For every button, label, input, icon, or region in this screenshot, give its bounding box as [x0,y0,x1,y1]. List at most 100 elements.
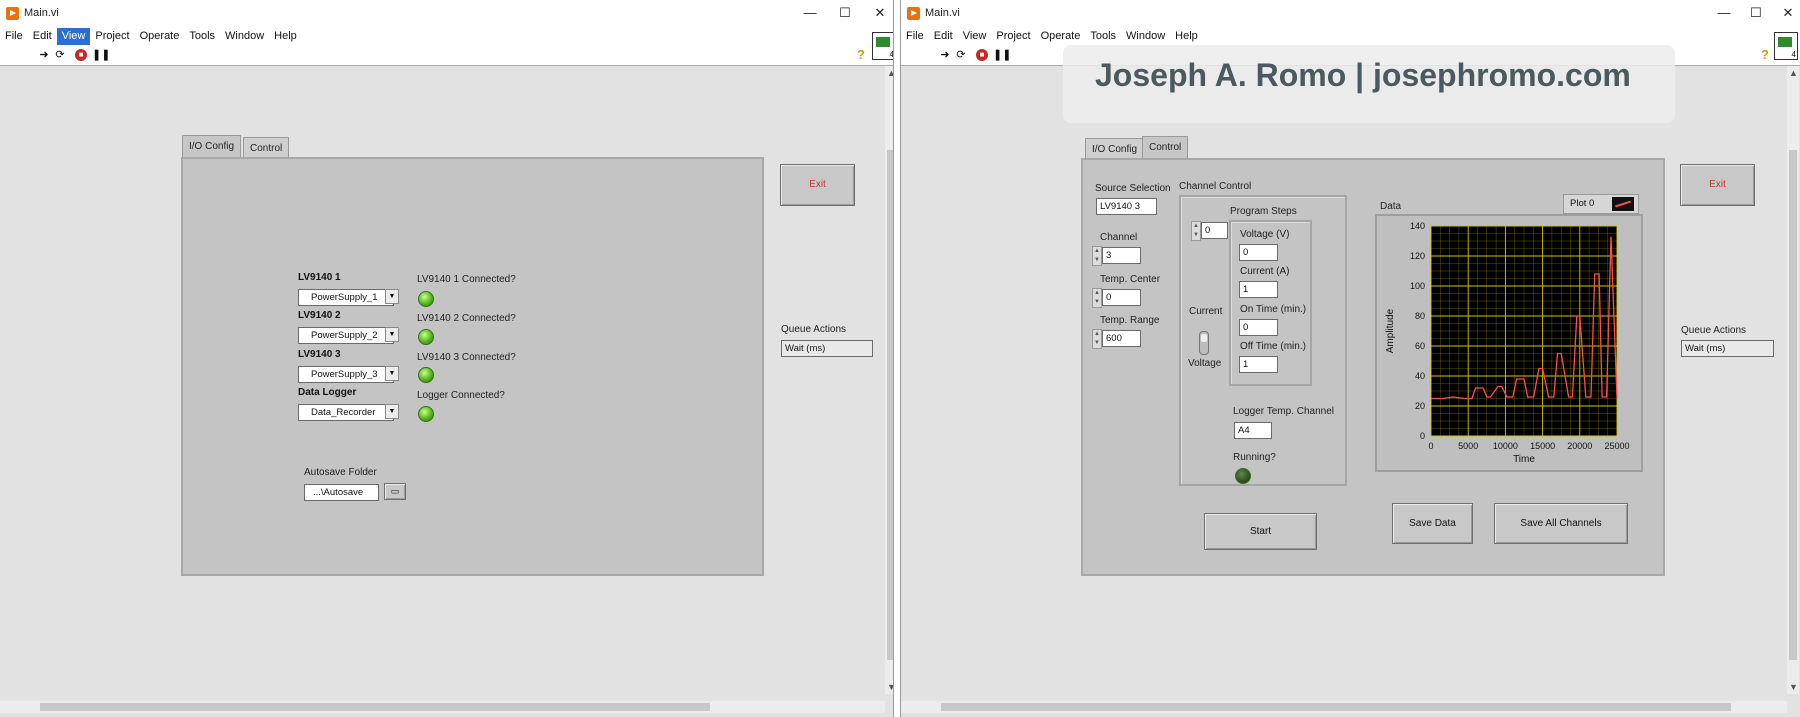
on-time-field[interactable]: 0 [1239,319,1278,336]
temp-center-label: Temp. Center [1100,274,1161,285]
pause-icon[interactable]: ❚❚ [993,49,1011,61]
tab-control[interactable]: Control [1142,136,1189,159]
scroll-thumb[interactable] [1789,150,1797,660]
vertical-scrollbar[interactable]: ▲ ▼ [885,66,893,694]
y-tick-label: 20 [1415,401,1425,411]
logger-temp-channel-field[interactable]: A4 [1234,422,1272,439]
maximize-button[interactable]: ☐ [830,3,860,23]
temp-range-label: Temp. Range [1100,315,1160,326]
pause-icon[interactable]: ❚❚ [92,49,110,61]
mode-current-label: Current [1189,306,1223,317]
scroll-thumb-h[interactable] [40,703,710,711]
close-button[interactable]: ✕ [865,3,893,23]
menu-view[interactable]: View [56,28,91,45]
current-label: Current (A) [1240,266,1290,277]
title-bar: Main.vi — ☐ ✕ [0,0,893,28]
horizontal-scrollbar[interactable] [0,701,885,713]
chevron-down-icon[interactable]: ▼ [385,327,399,342]
menu-window[interactable]: Window [1121,28,1170,45]
temp-range-spinner-icon[interactable]: ▲ ▼ [1092,329,1102,349]
menu-file[interactable]: File [0,28,28,45]
watermark-banner: Joseph A. Romo | josephromo.com [1063,45,1675,123]
scroll-thumb-h[interactable] [941,703,1731,711]
connected-label-3: LV9140 3 Connected? [417,352,516,363]
run-continuously-icon[interactable]: ⟳ [955,49,967,61]
device-select-1[interactable]: PowerSupply_1 [298,289,394,306]
source-selection-field[interactable]: LV9140 3 [1096,198,1157,215]
queue-actions-field[interactable]: Wait (ms) [1681,340,1774,357]
abort-icon[interactable]: ■ [75,49,87,61]
menu-project[interactable]: Project [90,28,134,45]
scroll-down-icon[interactable]: ▼ [887,682,893,692]
maximize-button[interactable]: ☐ [1741,3,1771,23]
menu-window[interactable]: Window [220,28,269,45]
y-tick-label: 60 [1415,341,1425,351]
vi-connector-icon [872,32,893,60]
temp-range-field[interactable]: 600 [1102,330,1141,347]
x-tick-label: 20000 [1567,441,1592,451]
channel-field[interactable]: 3 [1102,247,1141,264]
menu-tools[interactable]: Tools [184,28,220,45]
logger-connected-label: Logger Connected? [417,390,505,401]
queue-actions-field[interactable]: Wait (ms) [781,340,873,357]
menu-tools[interactable]: Tools [1085,28,1121,45]
help-icon[interactable]: ? [1759,48,1771,61]
menu-edit[interactable]: Edit [28,28,57,45]
vertical-scrollbar[interactable]: ▲ ▼ [1787,66,1799,694]
waveform-chart[interactable]: 0 5000 10000 15000 20000 25000 0 20 40 60 80 100 120… [1375,214,1643,472]
step-index-field[interactable]: 0 [1201,222,1228,239]
folder-browse-icon[interactable]: ▭ [384,483,406,500]
run-continuously-icon[interactable]: ⟳ [54,49,66,61]
menu-bar: File Edit View Project Operate Tools Window Hel… [901,28,1800,45]
channel-spinner-icon[interactable]: ▲ ▼ [1092,246,1102,266]
minimize-button[interactable]: — [795,3,825,23]
device-select-4[interactable]: Data_Recorder [298,404,394,421]
current-field[interactable]: 1 [1239,281,1278,298]
temp-center-field[interactable]: 0 [1102,289,1141,306]
run-arrow-icon[interactable]: ➜ [38,49,50,61]
connected-led-1 [418,291,434,307]
tab-io-config[interactable]: I/O Config [182,135,242,158]
minimize-button[interactable]: — [1709,3,1739,23]
help-icon[interactable]: ? [855,48,867,61]
voltage-label: Voltage (V) [1240,229,1290,240]
scroll-thumb[interactable] [887,150,893,660]
menu-operate[interactable]: Operate [135,28,185,45]
exit-button[interactable]: Exit [1680,164,1755,206]
on-time-label: On Time (min.) [1240,304,1307,315]
step-index-spinner-icon[interactable]: ▲ ▼ [1191,221,1201,241]
autosave-path-field[interactable]: ...\Autosave [304,484,379,501]
off-time-field[interactable]: 1 [1239,356,1278,373]
menu-edit[interactable]: Edit [929,28,958,45]
menu-project[interactable]: Project [991,28,1035,45]
device-select-3[interactable]: PowerSupply_3 [298,366,394,383]
plot-legend[interactable]: Plot 0 [1563,194,1639,214]
device-select-2[interactable]: PowerSupply_2 [298,327,394,344]
menu-help[interactable]: Help [269,28,302,45]
horizontal-scrollbar[interactable] [901,701,1787,713]
menu-operate[interactable]: Operate [1036,28,1086,45]
close-button[interactable]: ✕ [1773,3,1800,23]
exit-button[interactable]: Exit [780,164,855,206]
left-window: Main.vi — ☐ ✕ File Edit View Project Operate… [0,0,894,717]
save-data-button[interactable]: Save Data [1392,503,1473,544]
x-tick-label: 5000 [1458,441,1478,451]
off-time-label: Off Time (min.) [1240,341,1306,352]
menu-help[interactable]: Help [1170,28,1203,45]
temp-center-spinner-icon[interactable]: ▲ ▼ [1092,288,1102,308]
chevron-down-icon[interactable]: ▼ [385,289,399,304]
voltage-field[interactable]: 0 [1239,244,1278,261]
scroll-up-icon[interactable]: ▲ [1789,68,1798,78]
scroll-up-icon[interactable]: ▲ [887,68,893,78]
right-window: Main.vi — ☐ ✕ File Edit View Project Operate… [900,0,1800,717]
menu-view[interactable]: View [958,28,992,45]
mode-toggle-switch[interactable] [1199,331,1209,355]
start-button[interactable]: Start [1204,513,1317,550]
run-arrow-icon[interactable]: ➜ [939,49,951,61]
scroll-down-icon[interactable]: ▼ [1789,682,1798,692]
chevron-down-icon[interactable]: ▼ [385,366,399,381]
menu-file[interactable]: File [901,28,929,45]
save-all-channels-button[interactable]: Save All Channels [1494,503,1628,544]
chevron-down-icon[interactable]: ▼ [385,404,399,419]
abort-icon[interactable]: ■ [976,49,988,61]
